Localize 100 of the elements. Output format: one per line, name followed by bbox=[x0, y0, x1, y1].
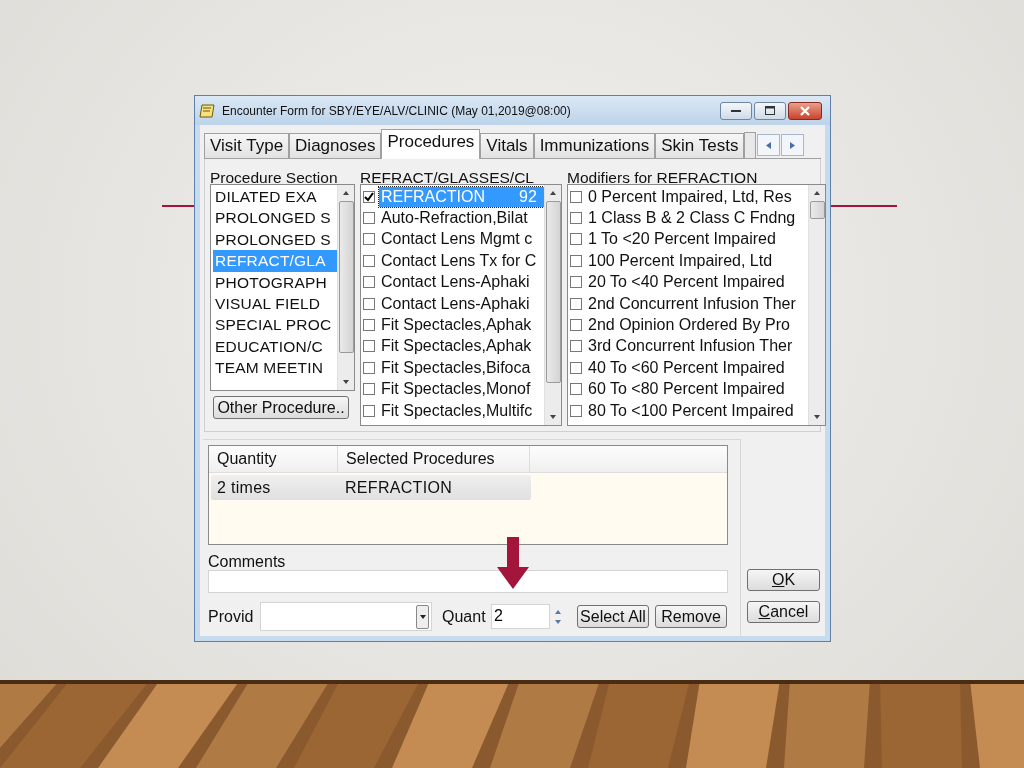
list-item[interactable]: EDUCATION/C bbox=[213, 335, 337, 358]
maximize-icon bbox=[765, 106, 775, 115]
checkbox[interactable] bbox=[570, 276, 582, 289]
list-item[interactable]: DILATED EXA bbox=[213, 186, 337, 208]
list-item[interactable]: Fit Spectacles,Aphak bbox=[379, 336, 544, 357]
remove-button[interactable]: Remove bbox=[655, 605, 727, 628]
other-procedure-button[interactable]: Other Procedure.. bbox=[213, 396, 349, 419]
close-icon bbox=[800, 105, 810, 116]
scrollbar[interactable] bbox=[544, 185, 561, 425]
list-item[interactable]: 60 To <80 Percent Impaired bbox=[586, 379, 808, 400]
list-label: Procedure Section bbox=[210, 170, 339, 184]
list-item[interactable]: Fit Spectacles,Monof bbox=[379, 379, 544, 400]
maximize-button[interactable] bbox=[754, 101, 786, 120]
scroll-thumb[interactable] bbox=[809, 201, 825, 219]
tab[interactable]: Immunizations bbox=[533, 133, 656, 158]
up-arrow-icon[interactable] bbox=[343, 191, 349, 195]
checkbox[interactable] bbox=[363, 233, 375, 246]
quantity-field[interactable]: 2 bbox=[491, 604, 550, 629]
down-arrow-icon[interactable] bbox=[814, 415, 820, 419]
checkbox[interactable] bbox=[570, 254, 582, 267]
tab[interactable]: Visit Type bbox=[204, 133, 290, 158]
comments-field[interactable] bbox=[208, 570, 728, 593]
table-cell-text: 2 times bbox=[216, 478, 272, 498]
list-item[interactable]: 100 Percent Impaired, Ltd bbox=[586, 250, 808, 271]
list-item[interactable]: 2nd Opinion Ordered By Pro bbox=[586, 315, 808, 336]
checkbox[interactable] bbox=[363, 254, 375, 267]
checkbox[interactable] bbox=[363, 190, 375, 203]
down-arrow-icon[interactable] bbox=[550, 415, 556, 419]
list-item[interactable]: Contact Lens Mgmt c bbox=[379, 229, 544, 250]
checkbox[interactable] bbox=[363, 297, 375, 310]
list-item[interactable]: Fit Spectacles,Multifc bbox=[379, 400, 544, 421]
list-item[interactable]: Auto-Refraction,Bilat bbox=[379, 208, 544, 229]
list-item[interactable]: Contact Lens-Aphaki bbox=[379, 293, 544, 314]
list-label: REFRACT/GLASSES/CL bbox=[360, 170, 535, 184]
checkbox[interactable] bbox=[570, 233, 582, 246]
list-item[interactable]: 0 Percent Impaired, Ltd, Res bbox=[586, 186, 808, 207]
checkbox[interactable] bbox=[570, 340, 582, 353]
scroll-thumb[interactable] bbox=[545, 201, 561, 383]
quantity-label: Quant bbox=[442, 607, 487, 626]
up-arrow-icon[interactable] bbox=[550, 191, 556, 195]
select-all-button[interactable]: Select All bbox=[577, 605, 649, 628]
checkbox[interactable] bbox=[570, 383, 582, 396]
tab[interactable]: Diagnoses bbox=[289, 133, 382, 158]
checkbox[interactable] bbox=[570, 404, 582, 417]
checkbox[interactable] bbox=[363, 340, 375, 353]
list-item[interactable]: 1 To <20 Percent Impaired bbox=[586, 229, 808, 250]
list-item[interactable]: Fit Spectacles,Bifoca bbox=[379, 357, 544, 378]
checkbox[interactable] bbox=[363, 212, 375, 225]
list-item[interactable]: PROLONGED S bbox=[213, 207, 337, 229]
comments-label: Comments bbox=[208, 554, 287, 569]
list-item[interactable]: 2nd Concurrent Infusion Ther bbox=[586, 293, 808, 314]
checkbox[interactable] bbox=[363, 404, 375, 417]
checkbox[interactable] bbox=[570, 319, 582, 332]
tab[interactable]: Vitals bbox=[480, 133, 534, 158]
checkbox[interactable] bbox=[570, 190, 582, 203]
list-item[interactable]: 1 Class B & 2 Class C Fndng bbox=[586, 208, 808, 229]
list-item[interactable]: Contact Lens Tx for C bbox=[379, 250, 544, 271]
notepad-icon bbox=[199, 102, 217, 119]
right-arrow-icon bbox=[790, 141, 796, 149]
table-cell-text: REFRACTION bbox=[344, 478, 453, 498]
list-item[interactable]: 20 To <40 Percent Impaired bbox=[586, 272, 808, 293]
provider-label: Provid bbox=[208, 607, 255, 626]
dropdown-arrow-icon bbox=[419, 614, 426, 619]
scrollbar[interactable] bbox=[337, 185, 354, 390]
scroll-thumb[interactable] bbox=[338, 201, 354, 353]
down-arrow-icon bbox=[497, 537, 529, 589]
tab[interactable] bbox=[744, 132, 757, 158]
close-button[interactable] bbox=[788, 101, 822, 120]
checkbox[interactable] bbox=[363, 276, 375, 289]
checkbox[interactable] bbox=[570, 361, 582, 374]
checkbox[interactable] bbox=[570, 212, 582, 225]
minimize-button[interactable] bbox=[720, 101, 752, 120]
column-header[interactable]: Selected Procedures bbox=[338, 446, 530, 472]
scrollbar[interactable] bbox=[808, 185, 825, 425]
list-item[interactable]: SPECIAL PROC bbox=[213, 314, 337, 336]
list-item[interactable]: PROLONGED S bbox=[213, 228, 337, 251]
list-item[interactable]: TEAM MEETIN bbox=[213, 357, 337, 379]
down-arrow-icon[interactable] bbox=[343, 380, 349, 384]
scroll-left-button[interactable] bbox=[757, 134, 781, 156]
list-item[interactable]: Contact Lens-Aphaki bbox=[379, 272, 544, 293]
ok-button[interactable]: OK bbox=[747, 569, 820, 591]
table-row[interactable]: 2 times REFRACTION bbox=[211, 475, 531, 500]
list-item[interactable]: VISUAL FIELD bbox=[213, 292, 337, 315]
tab[interactable]: Procedures bbox=[381, 129, 481, 159]
left-arrow-icon bbox=[766, 141, 772, 149]
checkbox[interactable] bbox=[363, 361, 375, 374]
column-header[interactable]: Quantity bbox=[209, 446, 338, 472]
tab[interactable]: Skin Tests bbox=[655, 133, 745, 158]
checkbox[interactable] bbox=[363, 383, 375, 396]
list-item[interactable]: 40 To <60 Percent Impaired bbox=[586, 357, 808, 378]
list-item[interactable]: 3rd Concurrent Infusion Ther bbox=[586, 336, 808, 357]
list-item[interactable]: 80 To <100 Percent Impaired bbox=[586, 400, 808, 421]
scroll-right-button[interactable] bbox=[781, 134, 805, 156]
up-arrow-icon[interactable] bbox=[814, 191, 820, 195]
cancel-button[interactable]: Cancel bbox=[747, 601, 820, 623]
list-item[interactable]: Fit Spectacles,Aphak bbox=[379, 315, 544, 336]
window-title: Encounter Form for SBY/EYE/ALV/CLINIC (May 01,2019@08:00) bbox=[222, 103, 572, 118]
list-item[interactable]: PHOTOGRAPH bbox=[213, 271, 337, 293]
checkbox[interactable] bbox=[570, 297, 582, 310]
checkbox[interactable] bbox=[363, 319, 375, 332]
